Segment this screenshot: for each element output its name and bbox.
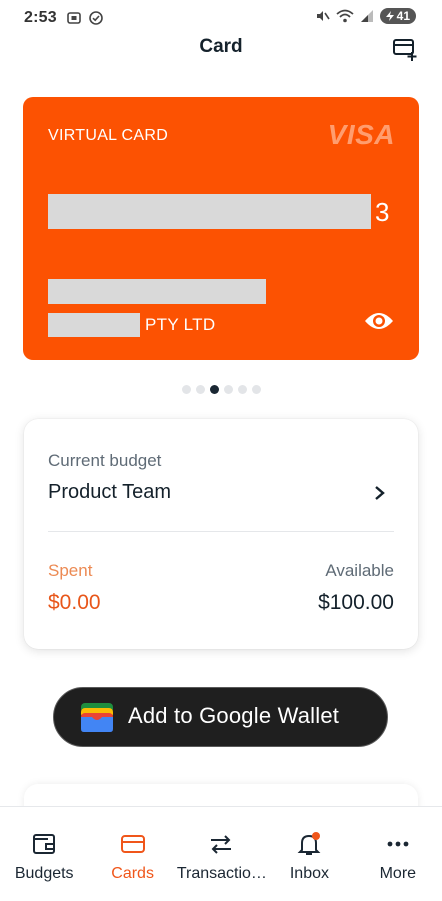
- nav-item-transactions[interactable]: Transactio…: [177, 807, 265, 901]
- divider: [48, 531, 394, 532]
- screenshot-icon: [67, 12, 81, 24]
- budget-name: Product Team: [48, 481, 172, 503]
- bottom-nav: Budgets Cards Transactio… Inbox More: [0, 806, 442, 901]
- chevron-right-icon: [375, 486, 385, 500]
- more-dots-icon: [387, 841, 409, 847]
- bell-icon: [298, 832, 321, 855]
- nav-label: Transactio…: [176, 865, 266, 882]
- nav-item-cards[interactable]: Cards: [88, 807, 176, 901]
- google-wallet-icon: [81, 703, 113, 732]
- carousel-dot[interactable]: [209, 385, 219, 394]
- redacted-cardholder-name: [48, 279, 266, 304]
- visa-logo: VISA: [327, 119, 395, 150]
- budget-link[interactable]: Product Team: [48, 479, 394, 509]
- card-icon: [120, 835, 145, 853]
- nav-label: Budgets: [14, 865, 74, 882]
- carousel-dot[interactable]: [237, 385, 247, 394]
- battery-indicator: 41: [379, 8, 416, 24]
- check-circle-icon: [89, 11, 103, 25]
- status-time: 2:53: [24, 9, 57, 26]
- nav-label: Cards: [111, 865, 154, 882]
- nav-item-more[interactable]: More: [354, 807, 442, 901]
- google-wallet-label: Add to Google Wallet: [128, 703, 340, 728]
- nav-item-budgets[interactable]: Budgets: [0, 807, 88, 901]
- battery-saver-icon: [385, 11, 394, 21]
- carousel-dot[interactable]: [223, 385, 233, 394]
- page-title: Card: [199, 36, 243, 57]
- card-type-label: VIRTUAL CARD: [48, 127, 169, 144]
- nav-label: More: [379, 865, 417, 882]
- nav-item-inbox[interactable]: Inbox: [265, 807, 353, 901]
- eye-icon[interactable]: [364, 309, 394, 333]
- redacted-card-number: [48, 194, 371, 229]
- nav-label: Inbox: [289, 865, 329, 882]
- card-carousel-indicator: [0, 385, 442, 394]
- signal-icon: [360, 10, 373, 22]
- add-to-google-wallet-button[interactable]: Add to Google Wallet: [53, 687, 388, 747]
- card-number-last-digit: 3: [375, 197, 390, 227]
- status-icons-right: 41: [314, 8, 416, 24]
- budget-panel: Current budget Product Team Spent $0.00 …: [24, 419, 418, 649]
- battery-level: 41: [396, 9, 410, 23]
- company-suffix: PTY LTD: [145, 315, 216, 334]
- carousel-dot[interactable]: [195, 385, 205, 394]
- wallet-icon: [33, 834, 56, 854]
- transfer-arrows-icon: [211, 835, 232, 854]
- available-value: $100.00: [318, 591, 394, 614]
- redacted-company-name: [48, 313, 140, 337]
- mute-icon: [316, 11, 330, 21]
- virtual-card[interactable]: VIRTUAL CARD VISA 3 PTY LTD: [23, 97, 419, 360]
- current-budget-label: Current budget: [48, 451, 162, 470]
- add-card-icon[interactable]: [392, 36, 418, 62]
- status-icons-left: [66, 10, 104, 26]
- carousel-dot[interactable]: [181, 385, 191, 394]
- spent-value: $0.00: [48, 591, 101, 614]
- status-bar: 2:53 41: [0, 0, 442, 36]
- available-label: Available: [325, 561, 394, 580]
- carousel-dot[interactable]: [251, 385, 261, 394]
- spent-label: Spent: [48, 561, 93, 580]
- wifi-icon: [336, 9, 354, 23]
